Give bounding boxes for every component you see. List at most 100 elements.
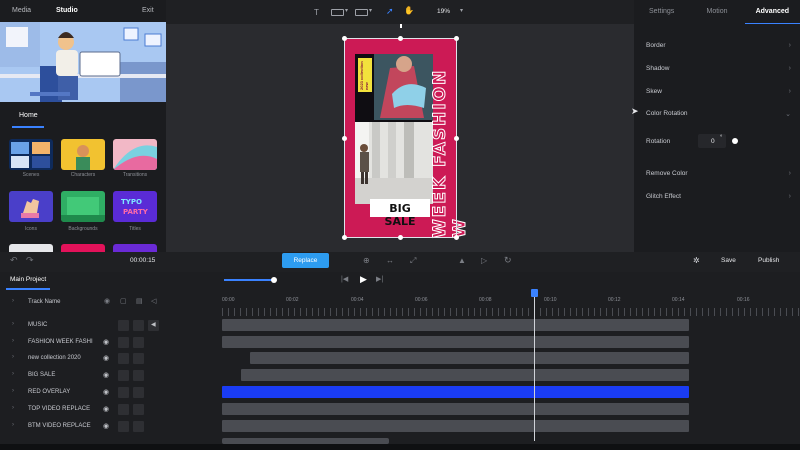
zoom-slider-knob[interactable] [271, 277, 277, 283]
track-toggle[interactable] [118, 370, 129, 381]
thumb-transitions[interactable] [113, 139, 157, 170]
thumb-partial[interactable] [9, 244, 53, 252]
play-clip-icon[interactable]: ▷ [481, 256, 487, 265]
tab-motion[interactable]: Motion [689, 0, 744, 24]
eye-icon[interactable]: ◉ [103, 405, 112, 414]
track-toggle[interactable] [133, 337, 144, 348]
lock-icon[interactable]: ▢ [120, 297, 127, 305]
track-name[interactable]: new collection 2020 [28, 355, 81, 361]
playhead-line[interactable] [534, 296, 535, 441]
row-skew[interactable]: Skew › [646, 80, 791, 103]
timeline-clip-selected[interactable] [222, 386, 689, 398]
track-toggle[interactable] [118, 404, 129, 415]
eye-icon[interactable]: ◉ [103, 388, 112, 397]
add-icon[interactable]: ⊕ [363, 256, 370, 265]
thumb-partial[interactable] [61, 244, 105, 252]
chevron-right-icon[interactable]: › [12, 388, 14, 394]
cursor-tool-icon[interactable]: ➚ [386, 6, 394, 17]
track-toggle[interactable] [118, 387, 129, 398]
replace-button[interactable]: Replace [282, 253, 329, 268]
timeline-clip[interactable] [241, 369, 689, 381]
track-name[interactable]: TOP VIDEO REPLACE [28, 406, 90, 412]
tab-advanced[interactable]: Advanced [744, 0, 800, 24]
next-icon[interactable]: ▶| [376, 275, 383, 283]
track-name[interactable]: FASHION WEEK FASHI [28, 339, 93, 345]
selection-box[interactable] [344, 38, 457, 238]
resize-handle[interactable] [454, 136, 459, 141]
tab-studio[interactable]: Studio [56, 7, 78, 14]
track-name[interactable]: BIG SALE [28, 372, 55, 378]
track-name[interactable]: BTM VIDEO REPLACE [28, 423, 91, 429]
timeline-clip[interactable] [222, 319, 689, 331]
chevron-right-icon[interactable]: › [12, 298, 14, 304]
track-toggle[interactable] [133, 353, 144, 364]
track-toggle[interactable] [118, 421, 129, 432]
volume-icon[interactable]: ◁ [151, 297, 156, 305]
chevron-right-icon[interactable]: › [12, 371, 14, 377]
tab-media[interactable]: Media [12, 7, 31, 14]
thumb-scenes[interactable] [9, 139, 53, 170]
eye-icon[interactable]: ◉ [103, 422, 112, 431]
row-glitch-effect[interactable]: Glitch Effect › [646, 185, 791, 208]
eye-icon[interactable]: ◉ [103, 371, 112, 380]
resize-handle[interactable] [454, 235, 459, 240]
track-toggle[interactable] [133, 421, 144, 432]
aspect-ratio-icon[interactable] [331, 9, 344, 16]
resize-handle[interactable] [342, 235, 347, 240]
thumb-partial[interactable] [113, 244, 157, 252]
track-toggle[interactable] [133, 404, 144, 415]
tab-settings[interactable]: Settings [634, 0, 689, 24]
eye-icon[interactable]: ◉ [103, 354, 112, 363]
track-toggle[interactable] [118, 353, 129, 364]
save-button[interactable]: Save [721, 257, 736, 264]
play-icon[interactable]: ▶ [360, 274, 367, 285]
main-project-tab[interactable]: Main Project [10, 276, 46, 283]
track-toggle[interactable] [133, 320, 144, 331]
playhead-handle[interactable] [531, 289, 538, 297]
layer-icon[interactable]: ▲ [458, 256, 466, 265]
thumb-characters[interactable] [61, 139, 105, 170]
crop-icon[interactable]: ⤢ [410, 256, 416, 266]
eye-icon[interactable]: ◉ [104, 297, 110, 305]
redo-icon[interactable]: ↷ [26, 255, 34, 266]
track-toggle[interactable] [133, 387, 144, 398]
zoom-chevron-icon[interactable]: ▾ [460, 7, 463, 14]
publish-button[interactable]: Publish [758, 257, 779, 264]
chevron-right-icon[interactable]: › [12, 422, 14, 428]
undo-icon[interactable]: ↶ [10, 255, 18, 266]
resize-handle[interactable] [454, 36, 459, 41]
background-icon[interactable] [355, 9, 368, 16]
resize-handle[interactable] [398, 36, 403, 41]
timeline-clip[interactable] [222, 403, 689, 415]
row-remove-color[interactable]: Remove Color › [646, 162, 791, 185]
row-border[interactable]: Border › [646, 34, 791, 57]
previous-icon[interactable]: |◀ [341, 275, 348, 283]
tab-exit[interactable]: Exit [142, 7, 154, 14]
timeline-clip[interactable] [250, 352, 689, 364]
timeline-clip[interactable] [222, 420, 689, 432]
row-color-rotation[interactable]: Color Rotation ⌄ [646, 102, 791, 125]
thumb-backgrounds[interactable] [61, 191, 105, 222]
eye-icon[interactable]: ◉ [103, 338, 112, 347]
rotate-handle[interactable] [400, 24, 402, 28]
timeline-clip[interactable] [222, 336, 689, 348]
thumb-titles[interactable]: TYPO PARTY [113, 191, 157, 222]
resize-handle[interactable] [398, 235, 403, 240]
hand-tool-icon[interactable]: ✋ [404, 6, 414, 15]
layout-icon[interactable]: ▤ [136, 297, 143, 305]
track-toggle[interactable] [118, 320, 129, 331]
track-toggle[interactable] [133, 370, 144, 381]
row-shadow[interactable]: Shadow › [646, 57, 791, 80]
track-name[interactable]: MUSIC [28, 322, 47, 328]
chevron-right-icon[interactable]: › [12, 354, 14, 360]
track-toggle[interactable] [118, 337, 129, 348]
resize-handle[interactable] [342, 136, 347, 141]
chevron-right-icon[interactable]: › [12, 321, 14, 327]
resize-handle[interactable] [342, 36, 347, 41]
rotation-slider-knob[interactable] [732, 138, 738, 144]
gear-icon[interactable]: ✲ [693, 256, 700, 265]
chevron-right-icon[interactable]: › [12, 405, 14, 411]
text-tool-icon[interactable]: T [314, 8, 319, 17]
flip-icon[interactable]: ↔ [386, 256, 394, 265]
zoom-value[interactable]: 19% [437, 8, 450, 15]
